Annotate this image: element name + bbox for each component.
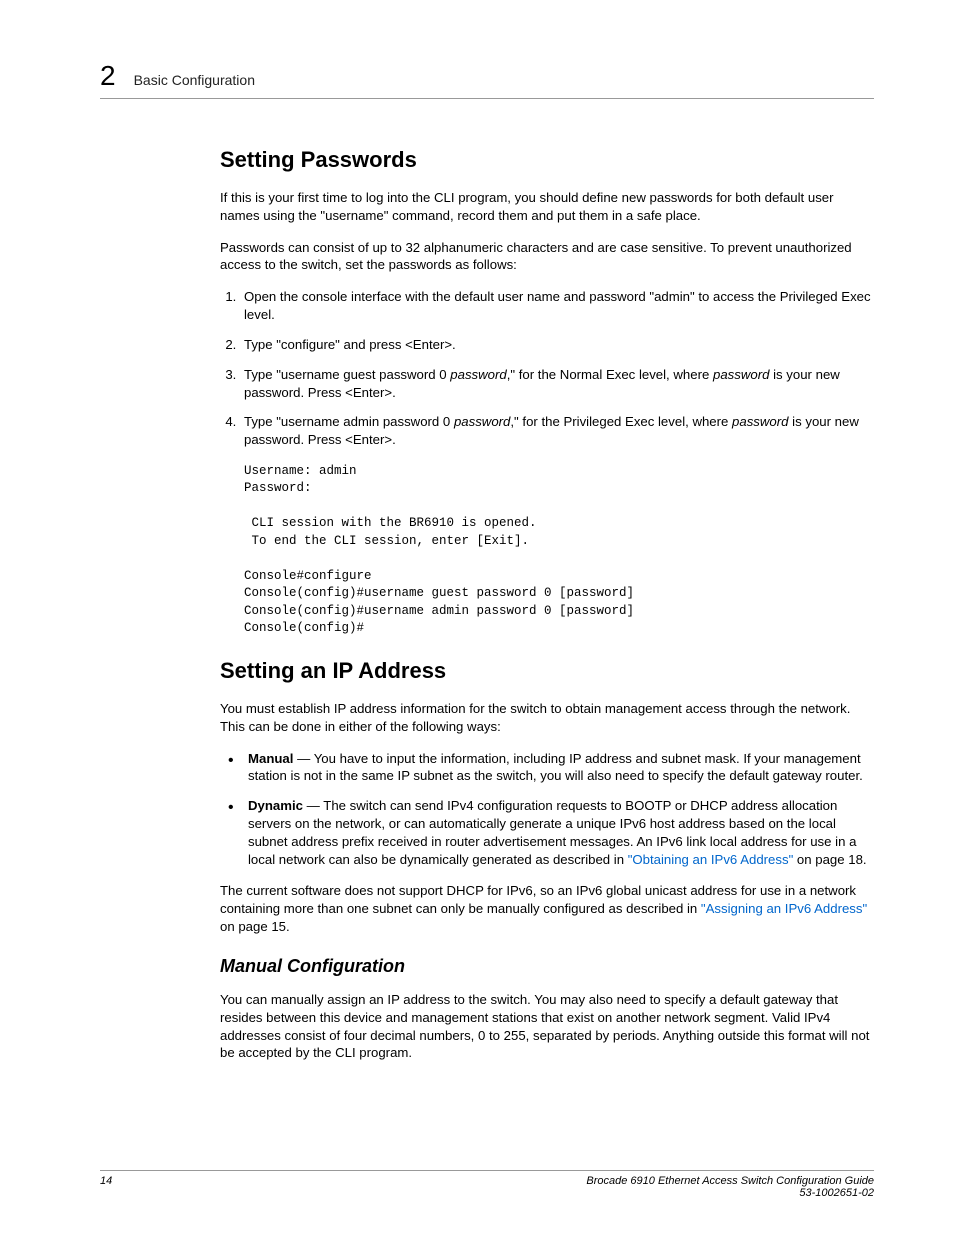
page-footer: 14 Brocade 6910 Ethernet Access Switch C…: [100, 1170, 874, 1199]
bullet-list: Manual — You have to input the informati…: [220, 750, 874, 869]
step-text: Type "username admin password 0: [244, 414, 454, 429]
bullet-label: Manual: [248, 751, 293, 766]
step-text: ," for the Normal Exec level, where: [507, 367, 713, 382]
list-item: Dynamic — The switch can send IPv4 confi…: [240, 797, 874, 868]
page-container: 2 Basic Configuration Setting Passwords …: [0, 0, 954, 1116]
numbered-steps: Open the console interface with the defa…: [220, 288, 874, 449]
step-item: Type "username guest password 0 password…: [240, 366, 874, 402]
password-param: password: [732, 414, 788, 429]
section-heading-passwords: Setting Passwords: [220, 147, 874, 173]
body-text: Passwords can consist of up to 32 alphan…: [220, 239, 874, 275]
body-text: You can manually assign an IP address to…: [220, 991, 874, 1062]
body-text: The current software does not support DH…: [220, 882, 874, 935]
footer-doc-info: Brocade 6910 Ethernet Access Switch Conf…: [586, 1175, 874, 1199]
page-number: 14: [100, 1175, 112, 1199]
step-item: Open the console interface with the defa…: [240, 288, 874, 324]
step-text: Type "username guest password 0: [244, 367, 450, 382]
page-header: 2 Basic Configuration: [100, 60, 874, 99]
guide-title: Brocade 6910 Ethernet Access Switch Conf…: [586, 1175, 874, 1187]
paragraph-text: on page 15.: [220, 919, 290, 934]
body-text: You must establish IP address informatio…: [220, 700, 874, 736]
password-param: password: [454, 414, 510, 429]
bullet-text: — You have to input the information, inc…: [248, 751, 863, 784]
doc-id: 53-1002651-02: [586, 1187, 874, 1199]
step-item: Type "username admin password 0 password…: [240, 413, 874, 449]
list-item: Manual — You have to input the informati…: [240, 750, 874, 786]
main-content: Setting Passwords If this is your first …: [220, 147, 874, 1062]
bullet-text: on page 18.: [793, 852, 866, 867]
chapter-title: Basic Configuration: [134, 72, 255, 88]
step-item: Type "configure" and press <Enter>.: [240, 336, 874, 354]
body-text: If this is your first time to log into t…: [220, 189, 874, 225]
chapter-number: 2: [100, 60, 116, 92]
cross-reference-link[interactable]: "Assigning an IPv6 Address": [701, 901, 867, 916]
password-param: password: [450, 367, 506, 382]
bullet-label: Dynamic: [248, 798, 303, 813]
cross-reference-link[interactable]: "Obtaining an IPv6 Address": [628, 852, 794, 867]
password-param: password: [713, 367, 769, 382]
code-block: Username: admin Password: CLI session wi…: [244, 463, 874, 638]
section-heading-ip: Setting an IP Address: [220, 658, 874, 684]
subsection-heading-manual: Manual Configuration: [220, 956, 874, 977]
step-text: ," for the Privileged Exec level, where: [510, 414, 732, 429]
